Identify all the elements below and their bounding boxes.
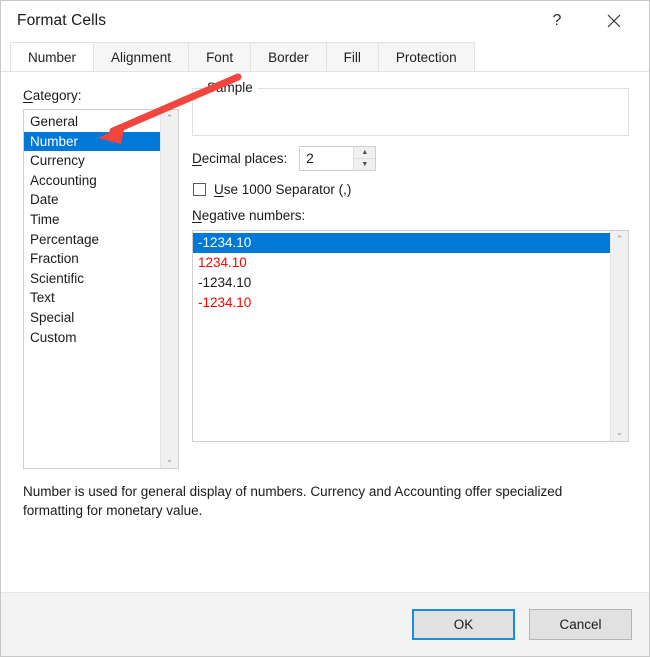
category-label: Category: xyxy=(23,88,82,103)
negative-numbers-label: Negative numbers: xyxy=(192,208,305,223)
sample-group-box: Sample xyxy=(192,80,629,136)
tab-label: Protection xyxy=(395,49,457,65)
list-item[interactable]: -1234.10 xyxy=(193,293,610,313)
format-cells-dialog: Format Cells ? Number Alignment Font Bor… xyxy=(0,0,650,657)
cancel-button[interactable]: Cancel xyxy=(529,609,632,640)
category-listbox[interactable]: General Number Currency Accounting Date … xyxy=(23,109,179,469)
category-list-items: General Number Currency Accounting Date … xyxy=(24,110,160,468)
tab-label: Border xyxy=(268,49,309,65)
list-item-accounting[interactable]: Accounting xyxy=(24,171,160,191)
list-item[interactable]: 1234.10 xyxy=(193,253,610,273)
sample-value xyxy=(193,89,628,111)
tab-alignment[interactable]: Alignment xyxy=(93,42,190,71)
thousands-separator-row[interactable]: Use 1000 Separator (,) xyxy=(193,182,351,197)
tab-label: Number xyxy=(28,49,77,65)
tab-fill[interactable]: Fill xyxy=(325,42,379,71)
page-title: Format Cells xyxy=(17,12,107,29)
scroll-down-icon[interactable]: ⌄ xyxy=(161,451,178,468)
list-item[interactable]: -1234.10 xyxy=(193,273,610,293)
stepper-up-icon[interactable]: ▲ xyxy=(354,147,376,159)
title-bar: Format Cells ? xyxy=(1,1,649,41)
list-item-fraction[interactable]: Fraction xyxy=(24,249,160,269)
tab-label: Fill xyxy=(343,49,361,65)
decimal-places-accesskey: D xyxy=(192,151,202,166)
tab-strip-filler xyxy=(474,42,649,71)
stepper-down-icon[interactable]: ▼ xyxy=(354,159,375,170)
list-item-time[interactable]: Time xyxy=(24,210,160,230)
tab-label: Alignment xyxy=(111,49,172,65)
tab-number[interactable]: Number xyxy=(10,42,95,71)
list-item-text[interactable]: Text xyxy=(24,288,160,308)
list-item-custom[interactable]: Custom xyxy=(24,328,160,348)
category-label-rest: ategory: xyxy=(32,88,82,103)
thousands-separator-label: Use 1000 Separator (,) xyxy=(214,182,351,197)
decimal-places-label: Decimal places: xyxy=(192,151,287,166)
thousands-separator-checkbox[interactable] xyxy=(193,183,206,196)
negative-numbers-scrollbar[interactable]: ⌃ ⌄ xyxy=(610,231,628,441)
tab-border[interactable]: Border xyxy=(250,42,327,71)
help-button[interactable]: ? xyxy=(534,1,580,41)
category-label-accesskey: C xyxy=(23,88,33,103)
scroll-down-icon[interactable]: ⌄ xyxy=(611,424,628,441)
tab-label: Font xyxy=(206,49,234,65)
tab-strip: Number Alignment Font Border Fill Protec… xyxy=(1,41,649,71)
sample-legend-label: Sample xyxy=(202,80,258,95)
ok-button[interactable]: OK xyxy=(412,609,515,640)
list-item-date[interactable]: Date xyxy=(24,190,160,210)
thousands-separator-label-rest: se 1000 Separator (,) xyxy=(223,182,352,197)
negative-numbers-label-rest: egative numbers: xyxy=(201,208,306,223)
decimal-places-row: Decimal places: ▲ ▼ xyxy=(192,146,377,171)
tab-font[interactable]: Font xyxy=(188,42,252,71)
category-description: Number is used for general display of nu… xyxy=(23,484,563,518)
list-item-scientific[interactable]: Scientific xyxy=(24,269,160,289)
list-item-currency[interactable]: Currency xyxy=(24,151,160,171)
list-item-number[interactable]: Number xyxy=(24,131,160,152)
thousands-separator-accesskey: U xyxy=(214,182,224,197)
scroll-up-icon[interactable]: ⌃ xyxy=(611,231,628,248)
list-item-general[interactable]: General xyxy=(24,112,160,132)
list-item-special[interactable]: Special xyxy=(24,308,160,328)
question-mark-icon: ? xyxy=(552,12,562,29)
decimal-places-stepper[interactable]: ▲ ▼ xyxy=(299,146,377,171)
scroll-up-icon[interactable]: ⌃ xyxy=(161,110,178,127)
tab-protection[interactable]: Protection xyxy=(377,42,475,71)
close-button[interactable] xyxy=(591,1,637,41)
list-item[interactable]: -1234.10 xyxy=(193,233,610,253)
dialog-footer: OK Cancel xyxy=(1,592,649,656)
close-icon xyxy=(607,14,621,28)
stepper-buttons[interactable]: ▲ ▼ xyxy=(353,147,376,170)
negative-numbers-list-items: -1234.10 1234.10 -1234.10 -1234.10 xyxy=(193,231,610,441)
decimal-places-label-rest: ecimal places: xyxy=(201,151,288,166)
decimal-places-input[interactable] xyxy=(300,147,354,170)
number-tab-page: Category: General Number Currency Accoun… xyxy=(1,71,649,592)
list-item-percentage[interactable]: Percentage xyxy=(24,230,160,250)
negative-numbers-listbox[interactable]: -1234.10 1234.10 -1234.10 -1234.10 ⌃ ⌄ xyxy=(192,230,629,442)
negative-numbers-accesskey: N xyxy=(192,208,202,223)
category-scrollbar[interactable]: ⌃ ⌄ xyxy=(160,110,178,468)
